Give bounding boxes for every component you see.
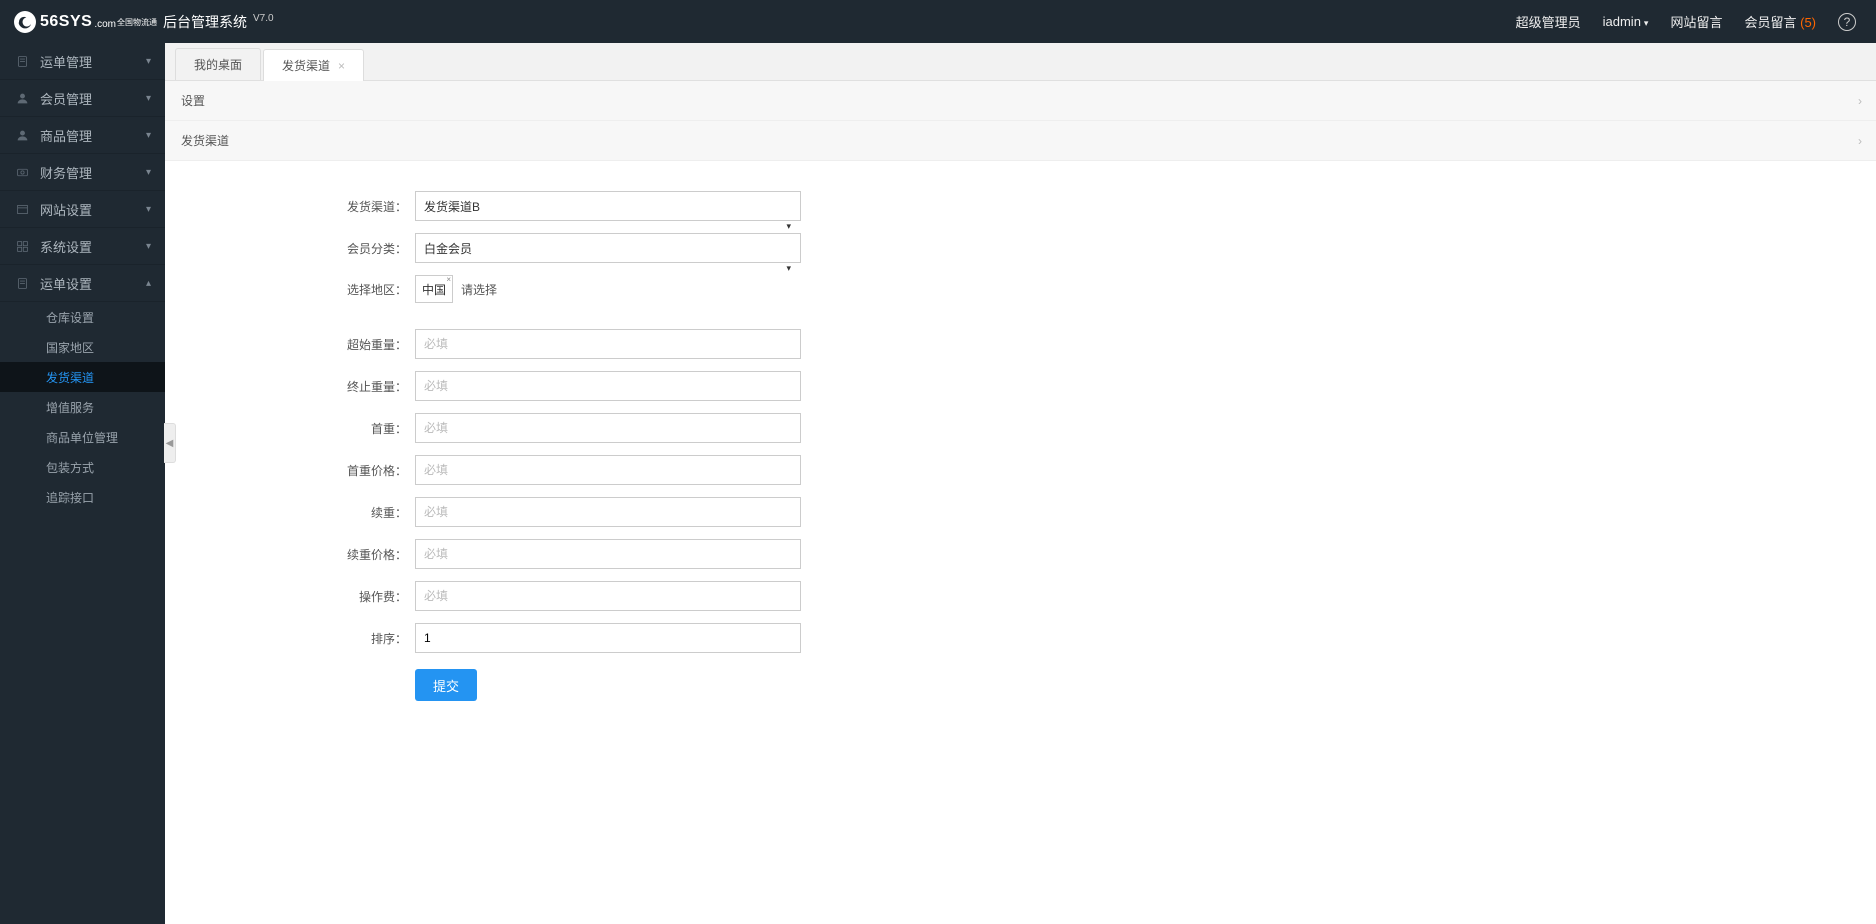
sidebar-sub-tracking[interactable]: 追踪接口 (0, 482, 165, 512)
close-icon[interactable]: × (338, 59, 345, 73)
user-name: iadmin (1603, 14, 1641, 29)
chevron-down-icon: ▾ (146, 56, 151, 67)
logo-subtitle: 全国物流通 (117, 19, 157, 27)
sort-input[interactable] (415, 623, 801, 653)
channel-select[interactable]: 发货渠道B (415, 191, 801, 221)
chevron-down-icon: ▾ (146, 204, 151, 215)
tab-label: 发货渠道 (282, 57, 330, 74)
main-area: ◀ 我的桌面 发货渠道 × 设置 › 发货渠道 › 发货渠道： 发货渠道B ▾ … (165, 43, 1876, 924)
op-fee-input[interactable] (415, 581, 801, 611)
user-dropdown[interactable]: iadmin▾ (1603, 14, 1649, 29)
sidebar-collapse-handle[interactable]: ◀ (164, 423, 176, 463)
user-icon (16, 129, 30, 142)
first-price-label: 首重价格： (305, 462, 415, 479)
first-weight-input[interactable] (415, 413, 801, 443)
submit-button[interactable]: 提交 (415, 669, 477, 701)
window-icon (16, 203, 30, 216)
chevron-down-icon: ▾ (1644, 18, 1649, 28)
region-select-hint[interactable]: 请选择 (461, 281, 497, 298)
sidebar-item-label: 商品管理 (40, 126, 146, 145)
sidebar-item-label: 网站设置 (40, 200, 146, 219)
sort-label: 排序： (305, 630, 415, 647)
sidebar-sub-shipping-channel[interactable]: 发货渠道 (0, 362, 165, 392)
close-icon[interactable]: × (446, 275, 451, 284)
sidebar-item-products[interactable]: 商品管理 ▾ (0, 117, 165, 154)
version-label: V7.0 (253, 13, 274, 24)
sidebar-sub-packing[interactable]: 包装方式 (0, 452, 165, 482)
sidebar: 运单管理 ▾ 会员管理 ▾ 商品管理 ▾ 财务管理 ▾ 网站设置 ▾ 系统设置 … (0, 43, 165, 924)
chevron-down-icon: ▾ (786, 221, 791, 232)
tab-desktop[interactable]: 我的桌面 (175, 48, 261, 80)
chevron-down-icon: ▾ (146, 167, 151, 178)
sidebar-item-label: 运单管理 (40, 52, 146, 71)
region-tag-label: 中国 (422, 281, 446, 298)
sidebar-item-label: 运单设置 (40, 274, 146, 293)
chevron-right-icon: › (1858, 94, 1862, 108)
sidebar-item-finance[interactable]: 财务管理 ▾ (0, 154, 165, 191)
op-fee-label: 操作费： (305, 588, 415, 605)
logo-text: 56SYS (40, 13, 92, 31)
section-settings[interactable]: 设置 › (165, 81, 1876, 121)
member-message-count: (5) (1800, 15, 1816, 30)
sidebar-sub-country[interactable]: 国家地区 (0, 332, 165, 362)
user-icon (16, 92, 30, 105)
first-weight-label: 首重： (305, 420, 415, 437)
cont-price-label: 续重价格： (305, 546, 415, 563)
chevron-down-icon: ▾ (786, 263, 791, 274)
cont-price-input[interactable] (415, 539, 801, 569)
sidebar-item-orders[interactable]: 运单管理 ▾ (0, 43, 165, 80)
start-weight-input[interactable] (415, 329, 801, 359)
sidebar-item-label: 系统设置 (40, 237, 146, 256)
tab-label: 我的桌面 (194, 56, 242, 73)
sidebar-sub-value-added[interactable]: 增值服务 (0, 392, 165, 422)
channel-label: 发货渠道： (305, 198, 415, 215)
region-tag[interactable]: 中国 × (415, 275, 453, 303)
tab-shipping-channel[interactable]: 发货渠道 × (263, 49, 364, 81)
first-price-input[interactable] (415, 455, 801, 485)
role-label: 超级管理员 (1516, 12, 1581, 31)
section-label: 发货渠道 (181, 132, 229, 149)
tab-bar: 我的桌面 发货渠道 × (165, 43, 1876, 81)
header-bar: 56SYS.com 全国物流通 后台管理系统 V7.0 超级管理员 iadmin… (0, 0, 1876, 43)
logo-domain: .com (94, 19, 116, 30)
chevron-down-icon: ▾ (146, 241, 151, 252)
document-icon (16, 277, 30, 290)
form-area: 发货渠道： 发货渠道B ▾ 会员分类： 白金会员 ▾ 选择地区： 中国 × 请选… (165, 161, 1876, 701)
grid-icon (16, 240, 30, 253)
chevron-down-icon: ▾ (146, 93, 151, 104)
sidebar-sub-warehouse[interactable]: 仓库设置 (0, 302, 165, 332)
sidebar-item-system-settings[interactable]: 系统设置 ▾ (0, 228, 165, 265)
sidebar-item-order-settings[interactable]: 运单设置 ▴ (0, 265, 165, 302)
member-type-label: 会员分类： (305, 240, 415, 257)
document-icon (16, 55, 30, 68)
chevron-down-icon: ▾ (146, 130, 151, 141)
sidebar-sub-product-unit[interactable]: 商品单位管理 (0, 422, 165, 452)
help-icon[interactable]: ? (1838, 13, 1856, 31)
chevron-up-icon: ▴ (146, 278, 151, 289)
logo-icon (14, 11, 36, 33)
money-icon (16, 166, 30, 179)
section-label: 设置 (181, 92, 205, 109)
site-message-link[interactable]: 网站留言 (1670, 12, 1722, 31)
member-message-link[interactable]: 会员留言 (5) (1744, 12, 1816, 31)
sidebar-item-members[interactable]: 会员管理 ▾ (0, 80, 165, 117)
start-weight-label: 超始重量： (305, 336, 415, 353)
end-weight-input[interactable] (415, 371, 801, 401)
member-type-select[interactable]: 白金会员 (415, 233, 801, 263)
cont-weight-label: 续重： (305, 504, 415, 521)
header-right: 超级管理员 iadmin▾ 网站留言 会员留言 (5) ? (1516, 12, 1876, 31)
sidebar-item-site-settings[interactable]: 网站设置 ▾ (0, 191, 165, 228)
chevron-right-icon: › (1858, 134, 1862, 148)
system-title: 后台管理系统 (163, 12, 247, 32)
region-label: 选择地区： (305, 281, 415, 298)
end-weight-label: 终止重量： (305, 378, 415, 395)
sidebar-item-label: 财务管理 (40, 163, 146, 182)
section-shipping-channel[interactable]: 发货渠道 › (165, 121, 1876, 161)
cont-weight-input[interactable] (415, 497, 801, 527)
member-message-label: 会员留言 (1744, 15, 1796, 30)
sidebar-item-label: 会员管理 (40, 89, 146, 108)
logo-area: 56SYS.com 全国物流通 后台管理系统 V7.0 (0, 11, 400, 33)
